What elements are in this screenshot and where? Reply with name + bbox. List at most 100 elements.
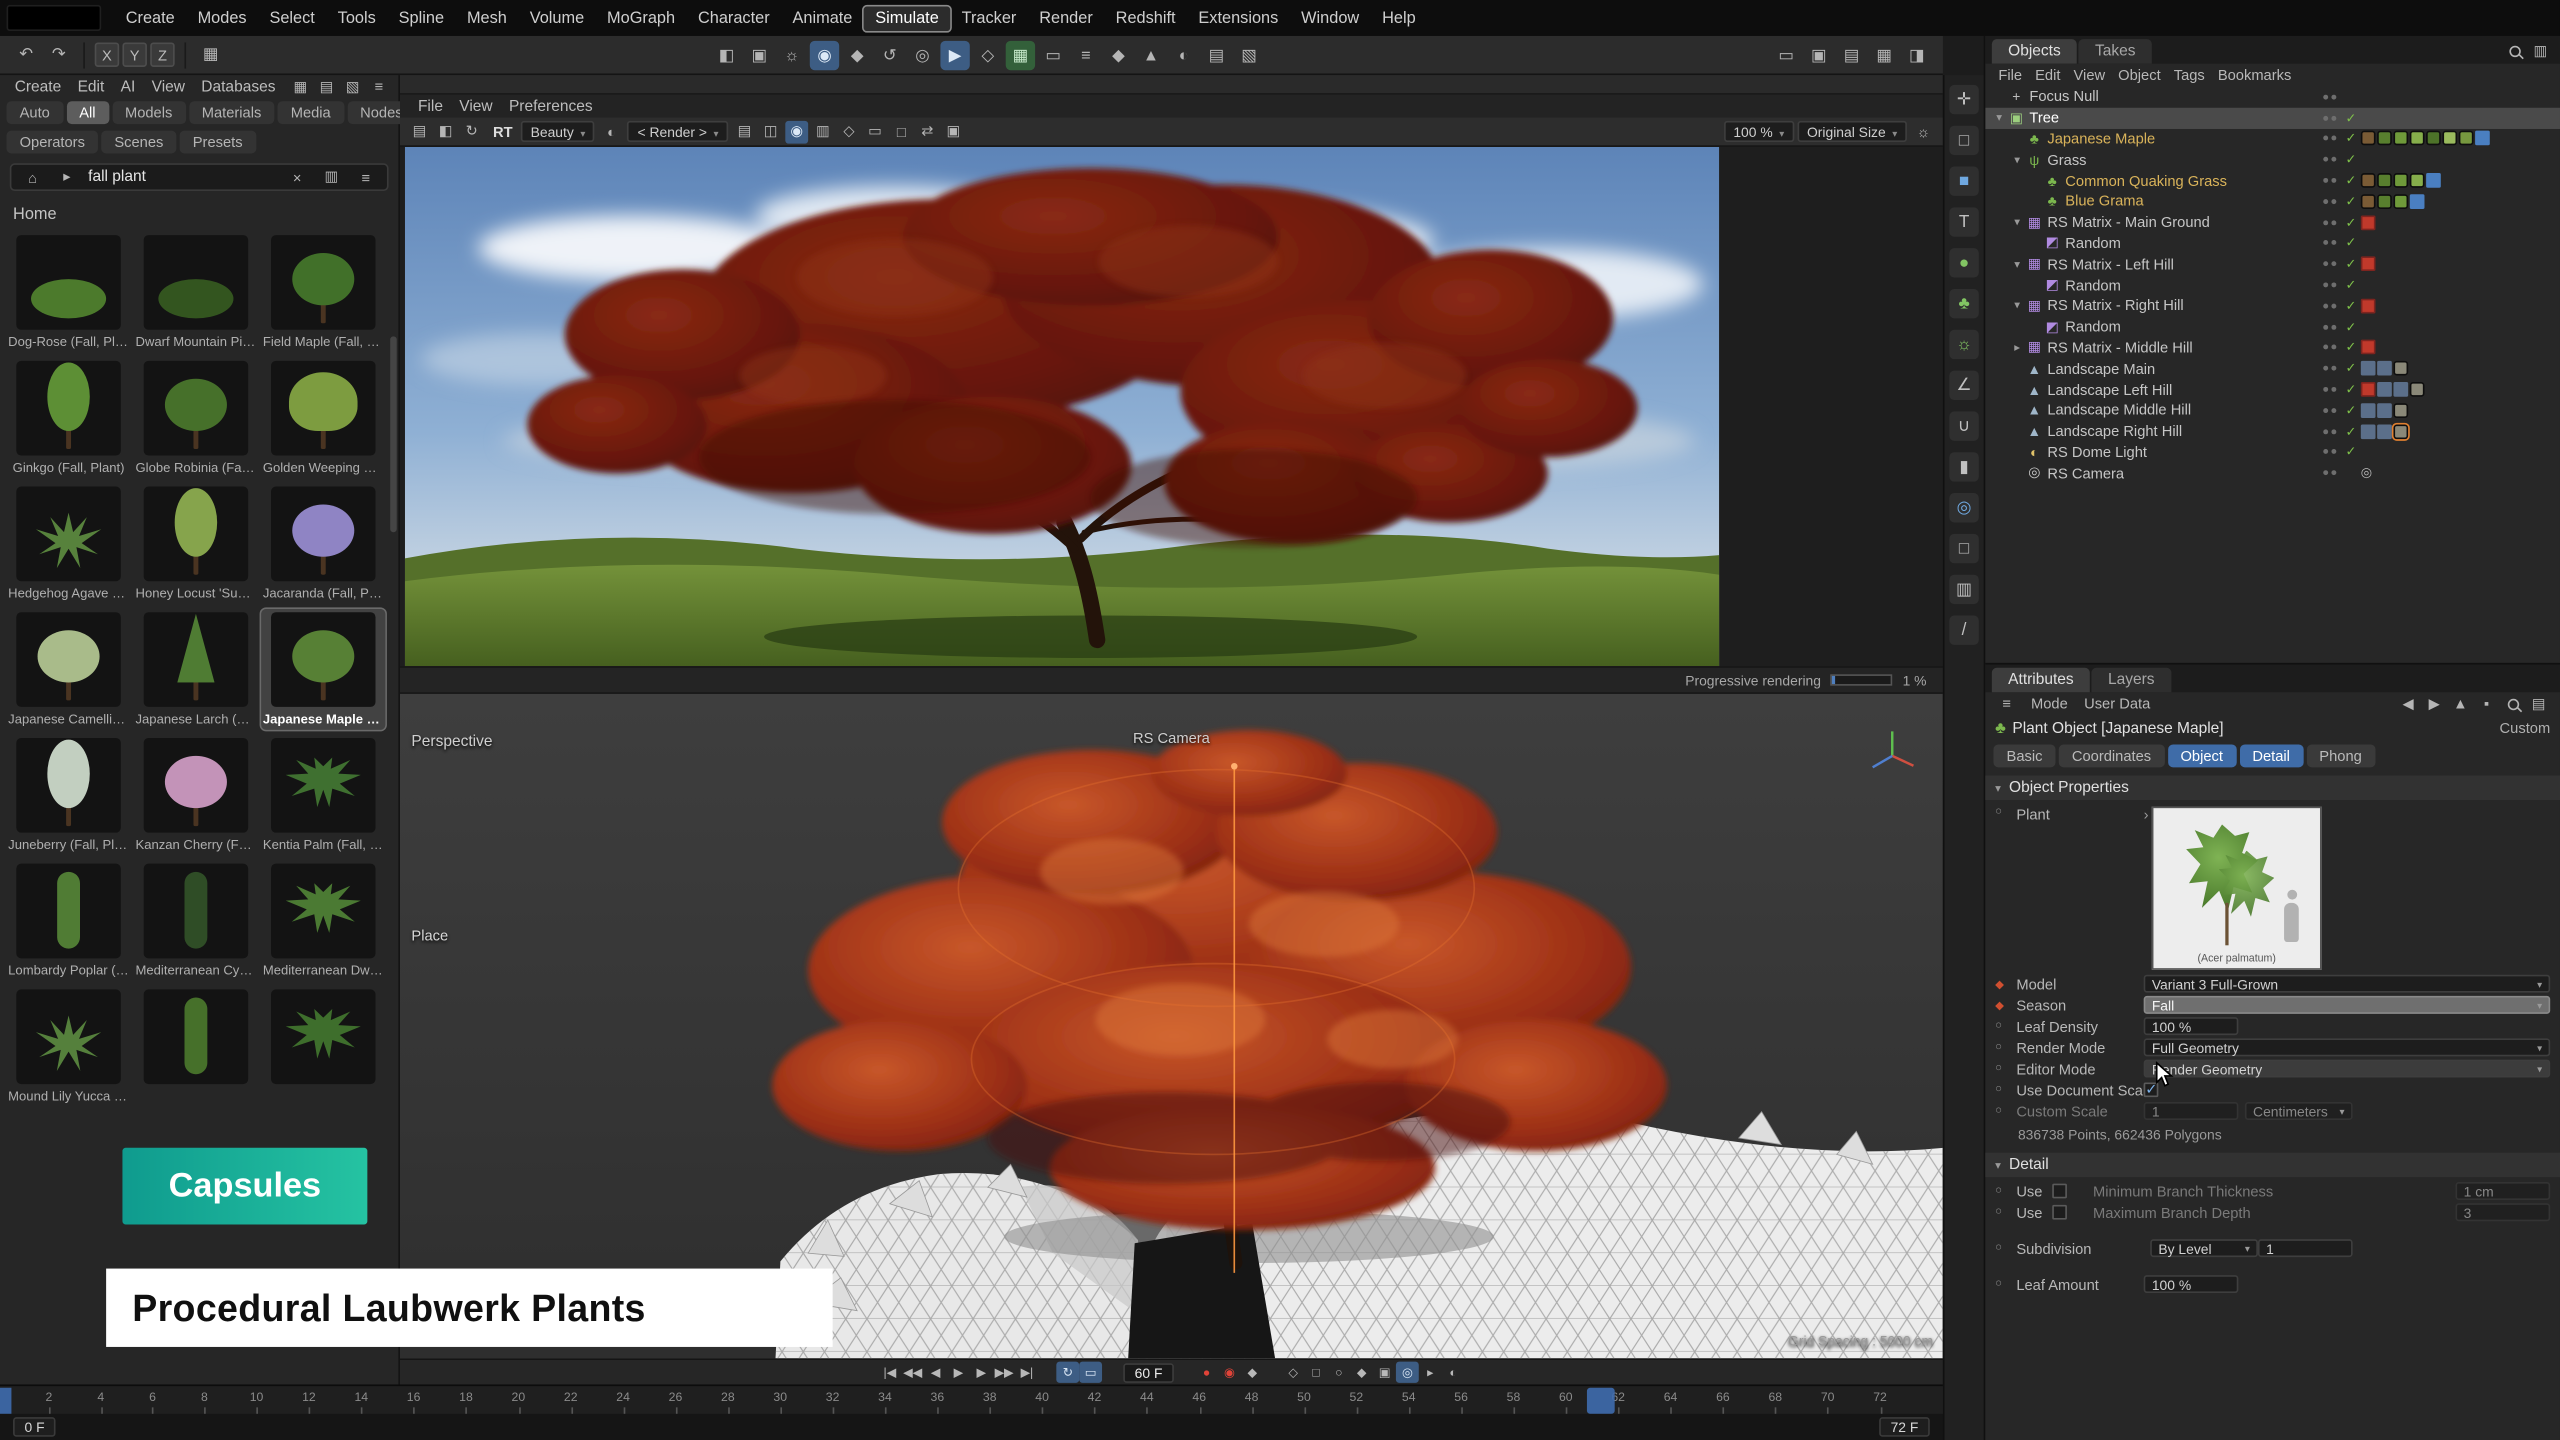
- swap-icon[interactable]: ⇄: [916, 120, 939, 143]
- jump-end-icon[interactable]: ▶|: [1015, 1362, 1038, 1383]
- render-dropdown[interactable]: < Render >: [628, 121, 728, 142]
- leaf-amount-value[interactable]: 100 %: [2144, 1275, 2239, 1293]
- hamburger-icon[interactable]: ≡: [354, 166, 377, 189]
- ab-menu-ai[interactable]: AI: [112, 78, 143, 96]
- point-level-icon[interactable]: ▣: [1373, 1362, 1396, 1383]
- phong-tag-icon[interactable]: [2377, 403, 2392, 418]
- object-rs-matrix-main-ground[interactable]: ▾▦RS Matrix - Main Ground✓: [1985, 212, 2560, 233]
- attr-value[interactable]: 1: [2144, 1102, 2239, 1120]
- visibility-dots[interactable]: [2317, 345, 2341, 350]
- attr-value-leaf-density[interactable]: 100 %: [2144, 1017, 2239, 1035]
- asset-item-lombardy-poplar-fall[interactable]: Lombardy Poplar (Fall...: [7, 860, 131, 981]
- axis-gizmo[interactable]: [1864, 723, 1920, 779]
- camera-lock-icon[interactable]: ◐: [1442, 1362, 1465, 1383]
- play-icon[interactable]: ▶: [947, 1362, 970, 1383]
- plant-tool-icon[interactable]: ♣: [1949, 289, 1978, 318]
- visibility-dots[interactable]: [2317, 471, 2341, 476]
- zoom-dropdown[interactable]: 100 %: [1724, 121, 1794, 142]
- solo-icon[interactable]: ◎: [1396, 1362, 1419, 1383]
- asset-item-golden-weeping-willo[interactable]: Golden Weeping Willo...: [261, 358, 385, 479]
- perspective-viewport[interactable]: Perspective RS Camera Place Grid Spacing…: [400, 692, 1943, 1358]
- autokey-icon[interactable]: ◉: [1218, 1362, 1241, 1383]
- object-tags[interactable]: [2361, 403, 2554, 418]
- filter-tab-materials[interactable]: Materials: [189, 101, 275, 124]
- field-icon[interactable]: ▤: [1202, 41, 1231, 70]
- menu-volume[interactable]: Volume: [518, 6, 595, 30]
- enable-check-icon[interactable]: ✓: [2341, 173, 2361, 188]
- menu-character[interactable]: Character: [687, 6, 782, 30]
- object-focus-null[interactable]: +Focus Null: [1985, 87, 2560, 108]
- subdivision-value[interactable]: 1: [2258, 1239, 2353, 1257]
- menu-modes[interactable]: Modes: [186, 6, 258, 30]
- enable-check-icon[interactable]: ✓: [2341, 215, 2361, 230]
- denoise-icon[interactable]: ◉: [785, 120, 808, 143]
- material-swatch[interactable]: [2442, 131, 2457, 146]
- key-marker-icon[interactable]: [1995, 1185, 2016, 1196]
- visibility-dots[interactable]: [2317, 220, 2341, 225]
- sphere-tool-icon[interactable]: ●: [1949, 248, 1978, 277]
- save-icon[interactable]: ▤: [408, 120, 431, 143]
- timeline-window-icon[interactable]: ▭: [1771, 41, 1800, 70]
- playhead[interactable]: [1587, 1388, 1615, 1414]
- layout-icon[interactable]: ▧: [1234, 41, 1263, 70]
- object-rs-dome-light[interactable]: ◐RS Dome Light✓: [1985, 442, 2560, 463]
- range-icon[interactable]: ▭: [1079, 1362, 1102, 1383]
- compare-ab-icon[interactable]: ◫: [759, 120, 782, 143]
- attr-tab-phong[interactable]: Phong: [2306, 744, 2375, 767]
- pv-menu-preferences[interactable]: Preferences: [501, 97, 601, 115]
- asset-item-ginkgo-fall-plant[interactable]: Ginkgo (Fall, Plant): [7, 358, 131, 479]
- magic-solo-icon[interactable]: ◆: [842, 41, 871, 70]
- attr-tab-basic[interactable]: Basic: [1993, 744, 2055, 767]
- text-tool-icon[interactable]: T: [1949, 207, 1978, 236]
- menu-render[interactable]: Render: [1028, 6, 1104, 30]
- redshift-tag-icon[interactable]: [2410, 194, 2425, 209]
- attr-value-editor-mode[interactable]: Render Geometry: [2144, 1060, 2551, 1078]
- pv-menu-view[interactable]: View: [451, 97, 501, 115]
- object-tree[interactable]: ▾▣Tree✓: [1985, 107, 2560, 128]
- capsules-icon[interactable]: ◆: [1104, 41, 1133, 70]
- visibility-dots[interactable]: [2317, 115, 2341, 120]
- om-menu-view[interactable]: View: [2067, 66, 2112, 82]
- play-preview-icon[interactable]: ▶: [940, 41, 969, 70]
- asset-item-mound-lily-yucca-fall[interactable]: Mound Lily Yucca (Fall...: [7, 986, 131, 1107]
- coordinates-window-icon[interactable]: ▦: [1869, 41, 1898, 70]
- camera-icon[interactable]: ◎: [908, 41, 937, 70]
- menu-mesh[interactable]: Mesh: [456, 6, 519, 30]
- expand-arrow-icon[interactable]: ▾: [2010, 258, 2025, 271]
- object-tags[interactable]: [2361, 173, 2554, 188]
- fullscreen-icon[interactable]: □: [890, 120, 913, 143]
- range-start-field[interactable]: 0 F: [13, 1417, 56, 1437]
- asset-item-japanese-camellia-fal[interactable]: Japanese Camellia (Fal...: [7, 609, 131, 730]
- list-view-icon[interactable]: ▤: [315, 75, 338, 98]
- mode-menu[interactable]: Mode: [2026, 696, 2073, 712]
- redo-icon[interactable]: ↷: [44, 40, 73, 69]
- grid-view-icon[interactable]: ▦: [289, 75, 312, 98]
- menu-window[interactable]: Window: [1290, 6, 1371, 30]
- asset-item-mediterranean-dwarf[interactable]: Mediterranean Dwarf ...: [261, 860, 385, 981]
- camera-tool-icon[interactable]: ◎: [1949, 493, 1978, 522]
- key-marker-icon[interactable]: [1995, 807, 2016, 818]
- redshift-tag-icon[interactable]: [2426, 173, 2441, 188]
- sound-icon[interactable]: ▸: [1419, 1362, 1442, 1383]
- visibility-dots[interactable]: [2317, 241, 2341, 246]
- keyframe-icon[interactable]: ◆: [1241, 1362, 1264, 1383]
- hamburger-icon[interactable]: ≡: [353, 166, 379, 189]
- axis-x-button[interactable]: X: [95, 42, 119, 66]
- move-tool-icon[interactable]: ✛: [1949, 85, 1978, 114]
- material-swatch[interactable]: [2393, 361, 2408, 376]
- home-icon[interactable]: ⌂: [20, 166, 46, 189]
- measure-tool-icon[interactable]: ∠: [1949, 371, 1978, 400]
- enable-check-icon[interactable]: ✓: [2341, 236, 2361, 251]
- om-menu-edit[interactable]: Edit: [2029, 66, 2067, 82]
- tab-layers[interactable]: Layers: [2092, 668, 2171, 692]
- pv-menu-file[interactable]: File: [410, 97, 451, 115]
- channel-icon[interactable]: ◐: [598, 120, 624, 143]
- asset-item-kanzan-cherry-fall-pl[interactable]: Kanzan Cherry (Fall, Pl...: [134, 735, 258, 856]
- phong-tag-icon[interactable]: [2377, 382, 2392, 397]
- rs-matrix-tag-icon[interactable]: [2361, 299, 2376, 314]
- object-random[interactable]: ◩Random✓: [1985, 316, 2560, 337]
- pen-tool-icon[interactable]: /: [1949, 616, 1978, 645]
- attr-tab-detail[interactable]: Detail: [2239, 744, 2303, 767]
- gear-tool-icon[interactable]: ☼: [1949, 330, 1978, 359]
- visibility-dots[interactable]: [2317, 262, 2341, 267]
